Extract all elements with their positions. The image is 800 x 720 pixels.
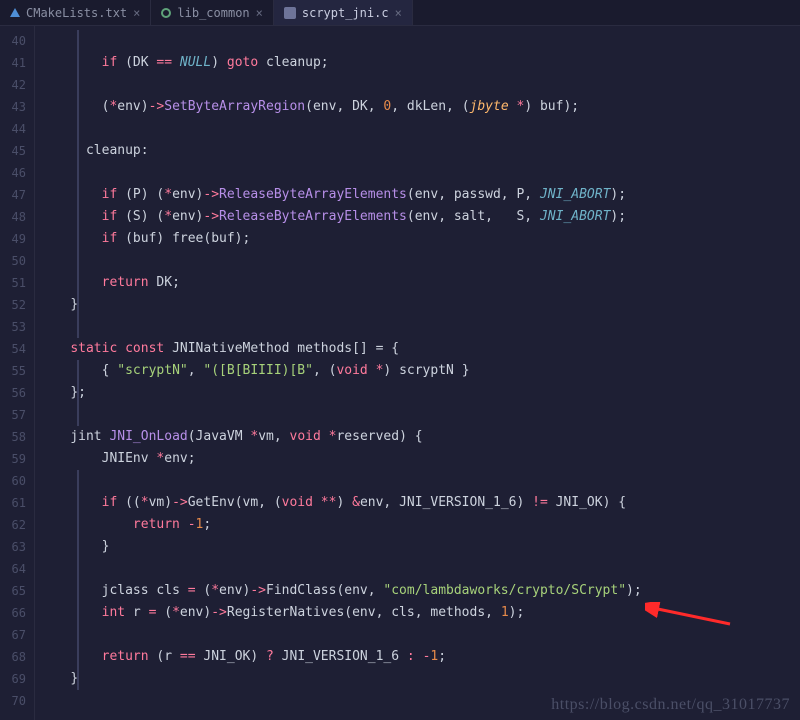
code-line: cleanup: (35, 140, 800, 162)
code-line: } (35, 536, 800, 558)
code-line: if (buf) free(buf); (35, 228, 800, 250)
code-line: int r = (*env)->RegisterNatives(env, cls… (35, 602, 800, 624)
code-line (35, 404, 800, 426)
code-line: if (S) (*env)->ReleaseByteArrayElements(… (35, 206, 800, 228)
code-line (35, 30, 800, 52)
code-line: }; (35, 382, 800, 404)
code-editor[interactable]: 404142 434445 464748 495051 525354 55565… (0, 26, 800, 720)
code-line: } (35, 294, 800, 316)
tab-label: scrypt_jni.c (302, 6, 389, 20)
tab-scrypt-jni[interactable]: scrypt_jni.c × (274, 0, 413, 25)
code-line: jclass cls = (*env)->FindClass(env, "com… (35, 580, 800, 602)
code-line (35, 624, 800, 646)
code-line: static const JNINativeMethod methods[] =… (35, 338, 800, 360)
code-line: jint JNI_OnLoad(JavaVM *vm, void *reserv… (35, 426, 800, 448)
tab-label: CMakeLists.txt (26, 6, 127, 20)
triangle-icon (10, 8, 20, 17)
code-line (35, 118, 800, 140)
code-line (35, 250, 800, 272)
code-line: return (r == JNI_OK) ? JNI_VERSION_1_6 :… (35, 646, 800, 668)
code-line: if ((*vm)->GetEnv(vm, (void **) &env, JN… (35, 492, 800, 514)
close-icon[interactable]: × (395, 6, 402, 20)
watermark-text: https://blog.csdn.net/qq_31017737 (551, 696, 790, 714)
line-gutter: 404142 434445 464748 495051 525354 55565… (0, 26, 34, 720)
tab-libcommon[interactable]: lib_common × (151, 0, 273, 25)
code-line (35, 470, 800, 492)
code-line: if (DK == NULL) goto cleanup; (35, 52, 800, 74)
code-line: return DK; (35, 272, 800, 294)
tab-bar: CMakeLists.txt × lib_common × scrypt_jni… (0, 0, 800, 26)
code-line (35, 74, 800, 96)
code-line (35, 162, 800, 184)
ring-icon (161, 8, 171, 18)
code-area[interactable]: if (DK == NULL) goto cleanup; (*env)->Se… (34, 26, 800, 720)
code-line (35, 558, 800, 580)
code-line: { "scryptN", "([B[BIIII)[B", (void *) sc… (35, 360, 800, 382)
code-line: JNIEnv *env; (35, 448, 800, 470)
tab-label: lib_common (177, 6, 249, 20)
close-icon[interactable]: × (256, 6, 263, 20)
code-line: return -1; (35, 514, 800, 536)
code-line (35, 316, 800, 338)
tab-cmakelists[interactable]: CMakeLists.txt × (0, 0, 151, 25)
code-line: if (P) (*env)->ReleaseByteArrayElements(… (35, 184, 800, 206)
code-line: (*env)->SetByteArrayRegion(env, DK, 0, d… (35, 96, 800, 118)
file-icon (284, 7, 296, 19)
close-icon[interactable]: × (133, 6, 140, 20)
code-line: } (35, 668, 800, 690)
